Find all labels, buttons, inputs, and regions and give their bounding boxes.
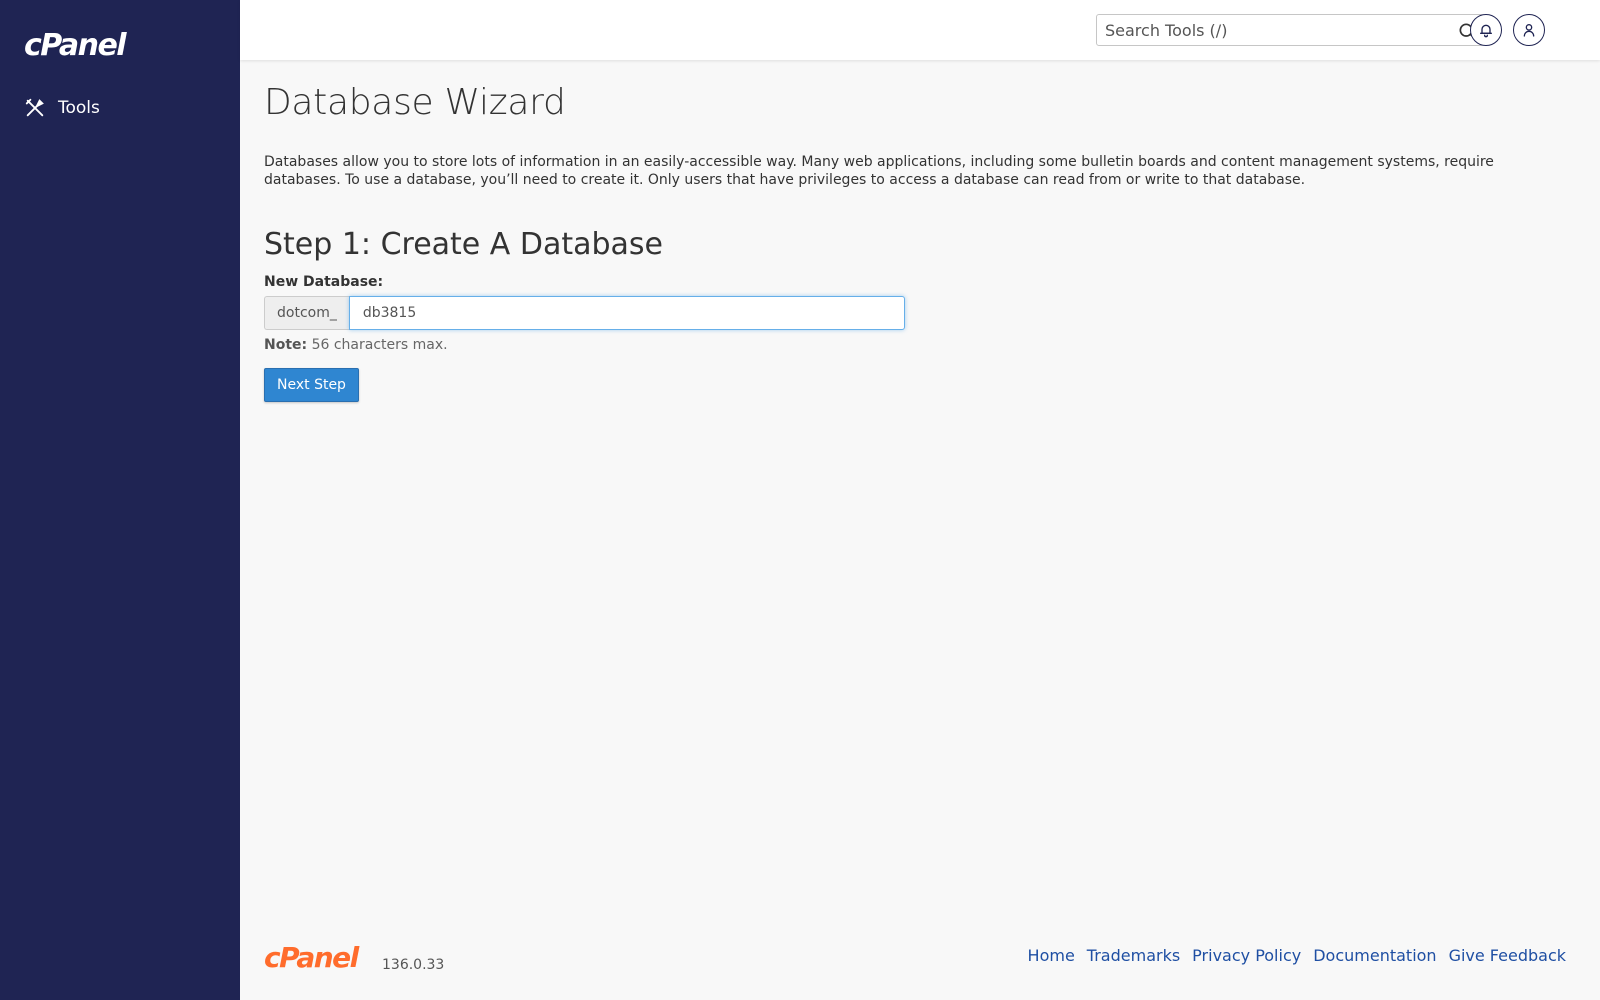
new-database-label: New Database: xyxy=(264,274,384,290)
database-name-input[interactable] xyxy=(348,296,905,330)
notifications-button[interactable] xyxy=(1470,14,1502,46)
sidebar: cPanel Tools xyxy=(0,0,240,1000)
footer-link-privacy-policy[interactable]: Privacy Policy xyxy=(1192,946,1301,965)
page-title: Database Wizard xyxy=(264,82,566,123)
character-limit-note: Note: 56 characters max. xyxy=(264,337,1574,353)
database-name-group: dotcom_ xyxy=(264,296,905,330)
footer-links: Home Trademarks Privacy Policy Documenta… xyxy=(1028,946,1566,965)
user-menu-button[interactable] xyxy=(1513,14,1545,46)
next-step-button[interactable]: Next Step xyxy=(264,368,359,402)
footer-link-give-feedback[interactable]: Give Feedback xyxy=(1449,946,1566,965)
top-bar xyxy=(240,0,1600,60)
footer-link-home[interactable]: Home xyxy=(1028,946,1075,965)
footer-cpanel-logo: cPanel xyxy=(264,941,359,974)
footer-link-documentation[interactable]: Documentation xyxy=(1313,946,1436,965)
database-prefix: dotcom_ xyxy=(264,296,349,330)
sidebar-item-label: Tools xyxy=(58,98,100,118)
note-label: Note: xyxy=(264,337,308,353)
bell-icon xyxy=(1480,24,1492,38)
step-title: Step 1: Create A Database xyxy=(264,227,663,262)
search-input[interactable] xyxy=(1097,20,1437,40)
page-description: Databases allow you to store lots of inf… xyxy=(264,154,1494,188)
search-box xyxy=(1096,14,1484,46)
cpanel-logo[interactable]: cPanel xyxy=(24,28,127,63)
footer-link-trademarks[interactable]: Trademarks xyxy=(1087,946,1180,965)
version-number: 136.0.33 xyxy=(382,957,445,973)
user-icon xyxy=(1523,24,1535,37)
sidebar-item-tools[interactable]: Tools xyxy=(24,94,100,122)
note-text: 56 characters max. xyxy=(307,337,448,353)
tools-icon xyxy=(25,98,44,117)
main-content: Database Wizard Databases allow you to s… xyxy=(264,60,1574,402)
